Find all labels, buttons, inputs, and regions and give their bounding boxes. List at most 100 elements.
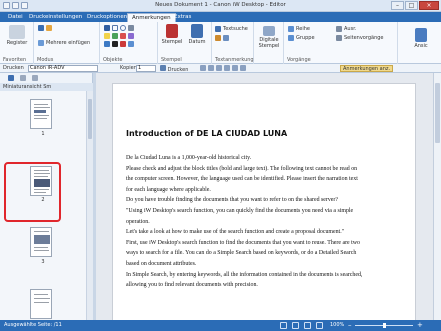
thumbnail-page-1[interactable]	[30, 99, 52, 129]
annotation-list-icon[interactable]	[20, 75, 26, 81]
body-line: ways to search for a file. You can do a …	[126, 250, 357, 257]
fill-icon[interactable]	[112, 41, 118, 47]
tab-druckeinstellungen[interactable]: Druckeinstellungen	[25, 13, 86, 22]
document-body: De la Ciudad Luna is a 1,000-year-old hi…	[126, 153, 388, 291]
digitale-stempel-button[interactable]: Digitale Stempel	[256, 26, 282, 49]
body-line: based on document attributes.	[126, 260, 197, 267]
ellipse-icon[interactable]	[120, 25, 126, 31]
insert-icon	[38, 40, 44, 46]
reihe-button[interactable]: Reihe	[288, 26, 310, 32]
body-line: In Simple Search, by entering keywords, …	[126, 271, 363, 278]
zoom-slider-knob[interactable]	[382, 323, 386, 328]
printer-select[interactable]: Canon iR-ADV	[28, 65, 98, 72]
duplex-icon[interactable]	[240, 65, 246, 71]
minimize-button[interactable]: –	[391, 1, 404, 10]
line-icon[interactable]	[128, 25, 134, 31]
register-icon	[9, 25, 25, 39]
body-line: First, use iW Desktop's search function …	[126, 239, 360, 246]
order-icon	[288, 26, 294, 32]
thumbnail-page-number: 2	[41, 197, 45, 203]
fit-page-icon[interactable]	[316, 322, 323, 329]
seitenvorgaenge-button[interactable]: Seitenvorgänge	[336, 35, 384, 41]
group-textanmerkung: Textsuche Textanmerkung	[212, 22, 254, 64]
thumbnail-scrollbar[interactable]	[86, 91, 93, 320]
date-icon	[191, 24, 203, 38]
arrow-icon[interactable]	[120, 33, 126, 39]
document-title: Introduction of DE LA CIUDAD LUNA	[126, 129, 288, 138]
note-icon[interactable]	[215, 35, 221, 41]
tab-datei[interactable]: Datei	[4, 13, 27, 22]
kopien-input[interactable]: 1	[136, 65, 156, 72]
hand-icon[interactable]	[46, 25, 52, 31]
group-stempel: Stempel Datum Stempel	[158, 22, 212, 64]
stamp-red-icon[interactable]	[120, 41, 126, 47]
tab-druckoptionen[interactable]: Druckoptionen	[83, 13, 131, 22]
tab-extras[interactable]: Extras	[170, 13, 195, 22]
drucken-label: Drucken	[3, 65, 24, 71]
gruppe-button[interactable]: Gruppe	[288, 35, 315, 41]
tab-anmerkungen[interactable]: Anmerkungen	[127, 13, 176, 22]
body-line: De la Ciudad Luna is a 1,000-year-old hi…	[126, 155, 252, 161]
group-modus: Mehrere einfügen Modus	[34, 22, 100, 64]
group-digitale-stempel: Digitale Stempel	[254, 22, 284, 64]
body-line: for each language where applicable.	[126, 186, 211, 193]
comment-icon[interactable]	[223, 35, 229, 41]
thumbnail-view-icon[interactable]	[8, 75, 14, 81]
thumbnail-list[interactable]: 1 2 3	[0, 91, 86, 320]
shape-icon[interactable]	[128, 41, 134, 47]
bookmark-icon[interactable]	[32, 75, 38, 81]
thumbnail-page-number: 3	[41, 259, 45, 265]
status-bar: Ausgewählte Seite: /11 100% + –	[0, 320, 441, 331]
thumbnail-page-2[interactable]	[30, 166, 52, 196]
layout-icon[interactable]	[224, 65, 230, 71]
mehrere-einfuegen-button[interactable]: Mehrere einfügen	[38, 40, 90, 46]
thumbnail-page-number: 1	[41, 131, 45, 137]
close-button[interactable]: ×	[419, 1, 439, 10]
pen-icon[interactable]	[112, 33, 118, 39]
paper-icon[interactable]	[216, 65, 222, 71]
fit-icon[interactable]	[232, 65, 238, 71]
ausrichten-button[interactable]: Ausr.	[336, 26, 356, 32]
zoom-slider[interactable]	[355, 323, 413, 328]
drucken-button[interactable]: Drucken	[160, 65, 188, 73]
zoom-out-icon[interactable]: –	[348, 321, 352, 329]
text-search-icon	[215, 26, 221, 32]
textsuche-button[interactable]: Textsuche	[215, 26, 248, 32]
thumbnail-page-3[interactable]	[30, 227, 52, 257]
text-tool-icon[interactable]	[104, 25, 110, 31]
body-line: operation.	[126, 218, 150, 225]
single-page-view-icon[interactable]	[280, 322, 287, 329]
pencil-icon[interactable]	[104, 41, 110, 47]
polygon-icon[interactable]	[128, 33, 134, 39]
digital-stamp-icon	[263, 26, 275, 36]
group-favoriten: Register Favoriten	[0, 22, 34, 64]
document-area[interactable]: Introduction of DE LA CIUDAD LUNA De la …	[96, 73, 433, 323]
preview-icon[interactable]	[208, 65, 214, 71]
fit-width-icon[interactable]	[304, 322, 311, 329]
settings-icon[interactable]	[200, 65, 206, 71]
thumbnail-pane: Miniaturansicht Sm 1 2 3	[0, 73, 93, 320]
window-title: Neues Dokument 1 - Canon iW Desktop - Ed…	[155, 2, 286, 8]
body-line: Do you have trouble finding the document…	[126, 197, 338, 204]
rectangle-icon[interactable]	[112, 25, 118, 31]
title-bar: Neues Dokument 1 - Canon iW Desktop - Ed…	[0, 0, 441, 12]
zoom-in-icon[interactable]: +	[417, 321, 423, 329]
pointer-icon[interactable]	[38, 25, 44, 31]
align-icon	[336, 26, 342, 32]
stempel-button[interactable]: Stempel	[161, 24, 183, 45]
maximize-button[interactable]: □	[405, 1, 418, 10]
register-button[interactable]: Register	[4, 25, 30, 46]
body-line: Please check and adjust the block titles…	[126, 165, 358, 172]
thumbnail-page-4[interactable]	[30, 289, 52, 319]
view-icon	[415, 28, 427, 42]
anmerkungen-anzeigen-button[interactable]: Anmerkungen anz.	[340, 65, 394, 72]
ribbon-tabs: Datei Druckeinstellungen Druckoptionen A…	[0, 12, 441, 22]
datum-button[interactable]: Datum	[185, 24, 209, 45]
highlighter-icon[interactable]	[104, 33, 110, 39]
two-page-view-icon[interactable]	[292, 322, 299, 329]
ansicht-button[interactable]: Ansic	[408, 28, 434, 49]
document-scrollbar[interactable]	[433, 73, 441, 320]
page-ops-icon	[336, 35, 342, 41]
print-toolbar: Drucken Canon iR-ADV Kopien 1 Drucken An…	[0, 64, 441, 73]
print-icon	[160, 65, 166, 71]
